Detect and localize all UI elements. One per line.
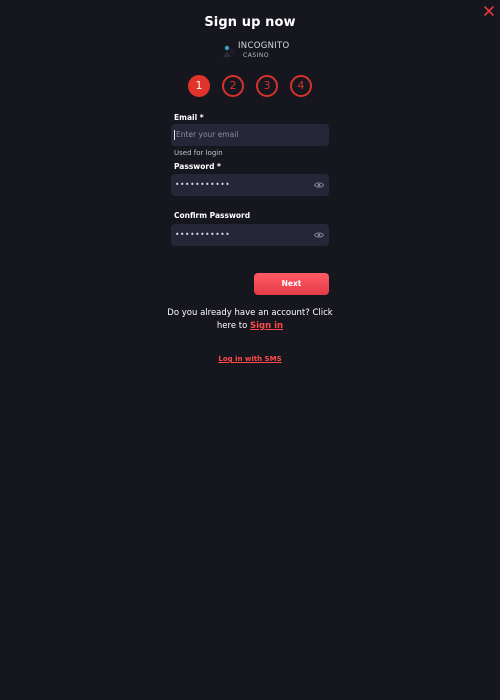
confirm-password-value: ••••••••••• (175, 230, 231, 239)
step-1[interactable]: 1 (188, 75, 210, 97)
logo-text-bottom: CASINO (243, 52, 270, 59)
logo-mark-icon (223, 45, 235, 57)
step-3[interactable]: 3 (256, 75, 278, 97)
confirm-password-label: Confirm Password (174, 211, 251, 220)
step-2[interactable]: 2 (222, 75, 244, 97)
sms-login-link[interactable]: Log in with SMS (0, 355, 500, 363)
step-4[interactable]: 4 (290, 75, 312, 97)
page-title: Sign up now (204, 15, 296, 30)
password-field[interactable]: ••••••••••• (171, 174, 329, 196)
logo: INCOGNITO CASINO (222, 42, 289, 60)
password-label: Password * (174, 162, 221, 171)
eye-icon[interactable] (314, 231, 324, 239)
sign-in-prompt-line2: here to (216, 321, 250, 331)
eye-icon[interactable] (314, 181, 324, 189)
next-button[interactable]: Next (254, 273, 329, 295)
signup-modal: Sign up now INCOGNITO CASINO 1 2 3 4 Ema… (0, 0, 500, 700)
logo-text-top: INCOGNITO (238, 41, 290, 51)
sign-in-prompt-line1: Do you already have an account? Click (167, 308, 333, 318)
email-field[interactable]: Enter your email (171, 124, 329, 146)
sign-in-link[interactable]: Sign in (250, 321, 283, 331)
password-value: ••••••••••• (175, 180, 231, 189)
email-label: Email * (174, 113, 204, 122)
text-caret (174, 130, 175, 140)
email-placeholder: Enter your email (176, 130, 239, 139)
step-indicator: 1 2 3 4 (188, 75, 312, 97)
sign-in-prompt: Do you already have an account? Click he… (160, 307, 340, 333)
confirm-password-field[interactable]: ••••••••••• (171, 224, 329, 246)
email-hint: Used for login (174, 149, 223, 157)
